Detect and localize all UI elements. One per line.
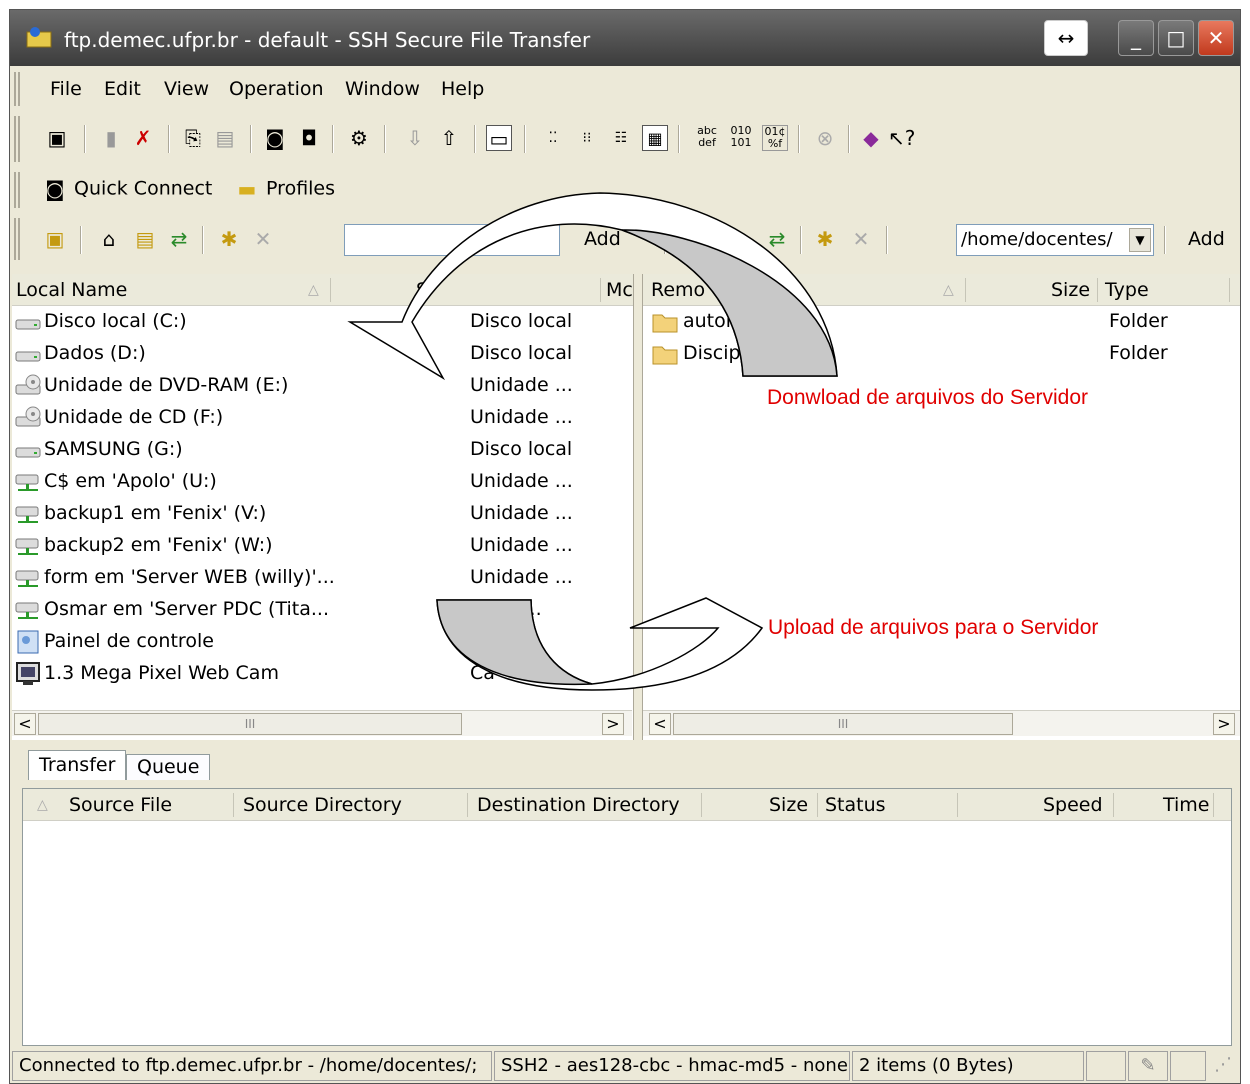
upload-arrow-shade xyxy=(436,599,593,686)
download-annotation: Donwload de arquivos do Servidor xyxy=(767,386,1089,409)
upload-annotation: Upload de arquivos para o Servidor xyxy=(768,616,1099,639)
annotation-arrows xyxy=(347,192,838,691)
